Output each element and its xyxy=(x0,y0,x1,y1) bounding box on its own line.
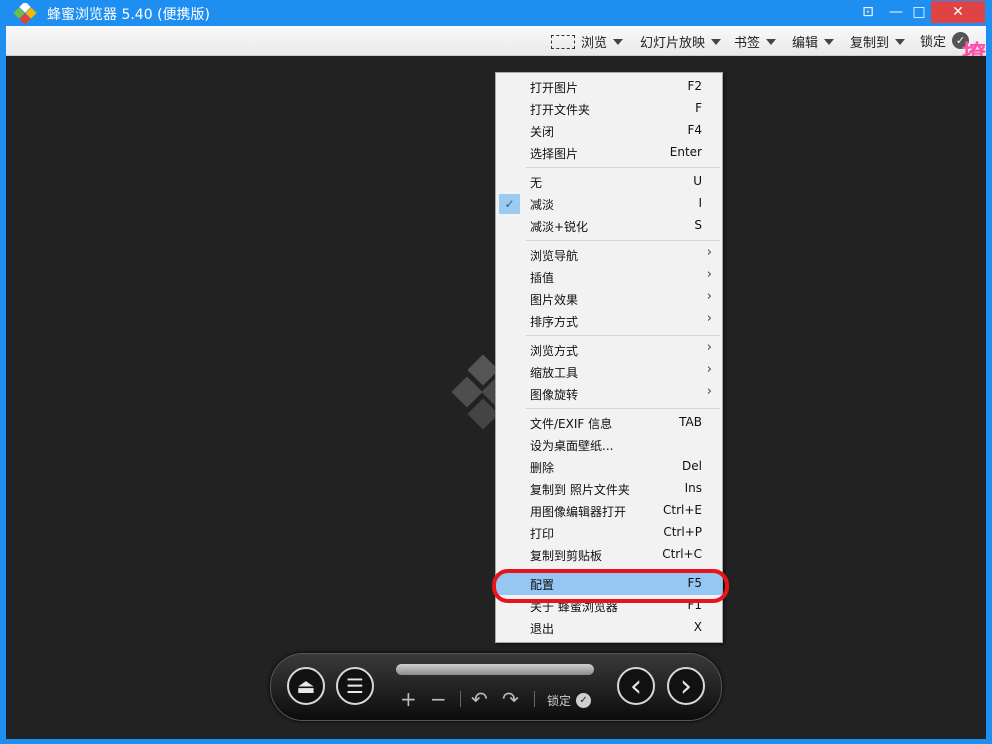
browse-label: 浏览 xyxy=(581,36,608,51)
menu-item-open-with-editor[interactable]: 用图像编辑器打开 Ctrl+E xyxy=(496,500,722,522)
menu-item-browse-navigation[interactable]: 浏览导航 › xyxy=(496,244,722,266)
menu-item-delete[interactable]: 删除 Del xyxy=(496,456,722,478)
lock-label: 锁定 xyxy=(920,35,947,50)
context-menu: 打开图片 F2 打开文件夹 F 关闭 F4 选择图片 Enter 无U ✓ 减淡 I 减淡+… xyxy=(495,72,723,643)
chevron-right-icon: › xyxy=(706,289,712,304)
menu-item-image-rotation[interactable]: 图像旋转 › xyxy=(496,383,722,405)
lock-toggle-bottom[interactable]: 锁定 ✓ xyxy=(547,692,592,709)
menu-item-copy-to-photo-folder[interactable]: 复制到 照片文件夹 Ins xyxy=(496,478,722,500)
menu-separator xyxy=(526,167,720,168)
menu-item-close[interactable]: 关闭 F4 xyxy=(496,120,722,142)
chevron-down-icon xyxy=(613,38,624,45)
menu-item-open-folder[interactable]: 打开文件夹 F xyxy=(496,98,722,120)
menu-item-copy-to-clipboard[interactable]: 复制到剪贴板 Ctrl+C xyxy=(496,544,722,566)
menu-item-image-effects[interactable]: 图片效果 › xyxy=(496,288,722,310)
copy-to-menu-button[interactable]: 复制到 xyxy=(850,32,906,51)
copy-to-label: 复制到 xyxy=(850,36,890,51)
maximize-button[interactable]: □ xyxy=(907,0,931,24)
chevron-right-icon: › xyxy=(706,245,712,260)
menu-item-browse-mode[interactable]: 浏览方式 › xyxy=(496,339,722,361)
title-bar: 蜂蜜浏览器 5.40 (便携版) ⊡ — □ ✕ xyxy=(0,0,992,26)
menu-item-exit[interactable]: 退出 X xyxy=(496,617,722,639)
menu-item-zoom-tools[interactable]: 缩放工具 › xyxy=(496,361,722,383)
window-title: 蜂蜜浏览器 5.40 (便携版) xyxy=(47,7,210,23)
chevron-right-icon: › xyxy=(706,362,712,377)
menu-item-file-exif-info[interactable]: 文件/EXIF 信息 TAB xyxy=(496,412,722,434)
browse-menu-button[interactable]: 浏览 xyxy=(551,32,624,51)
menu-item-interpolation[interactable]: 插值 › xyxy=(496,266,722,288)
progress-slider[interactable] xyxy=(396,664,594,675)
bookmarks-label: 书签 xyxy=(734,36,761,51)
bookmarks-menu-button[interactable]: 书签 xyxy=(734,32,777,51)
check-circle-icon: ✓ xyxy=(576,693,592,708)
divider xyxy=(534,691,535,707)
previous-image-button[interactable]: ‹ xyxy=(617,667,655,705)
chevron-right-icon: › xyxy=(706,311,712,326)
menu-separator xyxy=(526,335,720,336)
lock-label: 锁定 xyxy=(547,694,572,708)
compact-mode-button[interactable]: ⊡ xyxy=(858,0,878,24)
zoom-out-button[interactable]: − xyxy=(430,689,447,709)
rotate-left-button[interactable]: ↶ xyxy=(471,689,488,709)
slideshow-label: 幻灯片放映 xyxy=(640,36,706,51)
eject-button[interactable]: ⏏ xyxy=(287,667,325,705)
chevron-down-icon xyxy=(766,38,777,45)
highlight-callout-ring xyxy=(492,569,729,603)
toolbar: 浏览 幻灯片放映 书签 编辑 复制到 锁定 ✓ xyxy=(6,26,986,56)
chevron-down-icon xyxy=(711,38,722,45)
checkmark-icon: ✓ xyxy=(499,194,520,214)
chevron-right-icon: › xyxy=(706,267,712,282)
edit-label: 编辑 xyxy=(792,36,819,51)
menu-item-print[interactable]: 打印 Ctrl+P xyxy=(496,522,722,544)
chevron-down-icon xyxy=(895,38,906,45)
chevron-right-icon: › xyxy=(706,340,712,355)
menu-item-set-wallpaper[interactable]: 设为桌面壁纸... xyxy=(496,434,722,456)
next-image-button[interactable]: › xyxy=(667,667,705,705)
menu-item-open-image[interactable]: 打开图片 F2 xyxy=(496,76,722,98)
menu-item-none[interactable]: 无U xyxy=(496,171,722,193)
menu-item-dodge-sharpen[interactable]: 减淡+锐化 S xyxy=(496,215,722,237)
slideshow-menu-button[interactable]: 幻灯片放映 xyxy=(640,32,722,51)
close-button[interactable]: ✕ xyxy=(931,1,985,23)
menu-item-sort-order[interactable]: 排序方式 › xyxy=(496,310,722,332)
menu-button[interactable]: ☰ xyxy=(336,667,374,705)
edit-menu-button[interactable]: 编辑 xyxy=(792,32,835,51)
menu-separator xyxy=(526,240,720,241)
menu-item-dodge[interactable]: ✓ 减淡 I xyxy=(496,193,722,215)
divider xyxy=(460,691,461,707)
minimize-button[interactable]: — xyxy=(883,0,909,24)
rotate-right-button[interactable]: ↷ xyxy=(502,689,519,709)
menu-item-select-image[interactable]: 选择图片 Enter xyxy=(496,142,722,164)
menu-separator xyxy=(526,408,720,409)
chevron-right-icon: › xyxy=(706,384,712,399)
chevron-down-icon xyxy=(824,38,835,45)
zoom-in-button[interactable]: + xyxy=(400,689,417,709)
browse-frame-icon xyxy=(551,34,575,49)
